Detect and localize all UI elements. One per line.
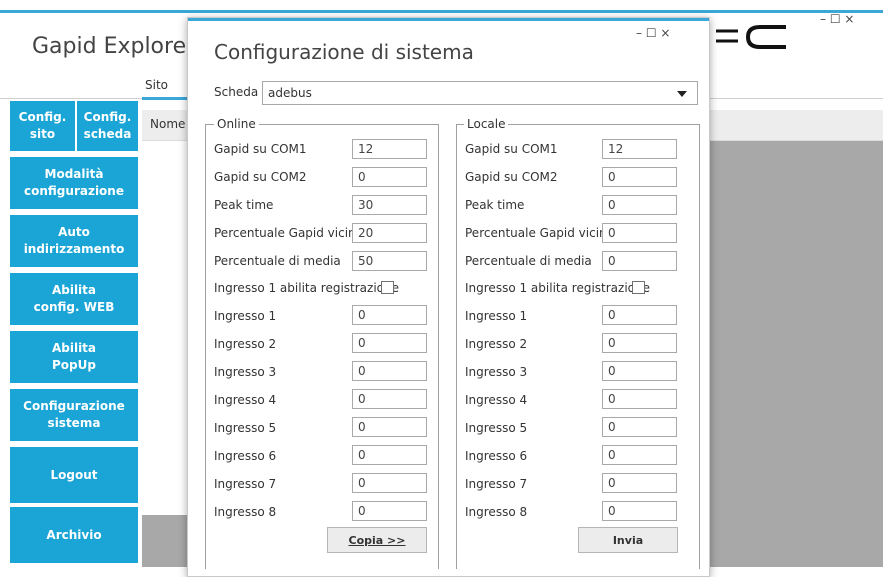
sidebar-item-label: Logout: [50, 467, 98, 482]
online-ingresso-label: Ingresso 3: [214, 365, 277, 379]
sidebar-item-label: Archivio: [46, 527, 102, 542]
tab-sito[interactable]: Sito: [145, 78, 168, 92]
sidebar-item-config-sito[interactable]: Config. sito: [10, 101, 75, 151]
sidebar-item-auto-indirizzamento[interactable]: Auto indirizzamento: [10, 215, 138, 267]
sidebar-item-label: Modalità configurazione: [24, 167, 124, 198]
online-field-input[interactable]: 20: [352, 223, 427, 243]
online-ingresso-input[interactable]: 0: [352, 501, 427, 521]
dialog-accent-bar: [188, 18, 709, 21]
sidebar-item-label: Configurazione sistema: [23, 399, 125, 430]
grid-body: [142, 141, 192, 515]
locale-ingresso-input[interactable]: 0: [602, 305, 677, 325]
online-field-input[interactable]: 30: [352, 195, 427, 215]
copy-button[interactable]: Copia >>: [327, 527, 427, 553]
sidebar-item-label: Abilita config. WEB: [33, 283, 115, 314]
copy-button-label: Copia >>: [348, 533, 406, 547]
locale-field-label: Gapid su COM2: [465, 170, 558, 184]
sidebar-item-label: Config. scheda: [83, 110, 132, 141]
tab-active-indicator: [142, 97, 192, 100]
locale-ingresso-input[interactable]: 0: [602, 445, 677, 465]
grid-empty-area: [708, 141, 883, 517]
send-button-label: Invia: [612, 533, 644, 547]
online-field-input[interactable]: 50: [352, 251, 427, 271]
sidebar-item-abilita-popup[interactable]: Abilita PopUp: [10, 331, 138, 383]
locale-record-checkbox[interactable]: [632, 281, 645, 294]
sidebar-item-logout[interactable]: Logout: [10, 447, 138, 503]
locale-ingresso-input[interactable]: 0: [602, 333, 677, 353]
locale-ingresso-label: Ingresso 1: [465, 309, 528, 323]
locale-ingresso-input[interactable]: 0: [602, 473, 677, 493]
brand-logo: [712, 22, 792, 56]
sidebar-item-configurazione-sistema[interactable]: Configurazione sistema: [10, 389, 138, 441]
sidebar-item-label: Config. sito: [18, 110, 67, 141]
locale-field-label: Percentuale Gapid vicini: [465, 226, 610, 240]
online-ingresso-label: Ingresso 7: [214, 477, 277, 491]
online-checkbox-label: Ingresso 1 abilita registrazione: [214, 281, 399, 295]
sidebar-item-modalita-configurazione[interactable]: Modalità configurazione: [10, 157, 138, 209]
locale-ingresso-input[interactable]: 0: [602, 361, 677, 381]
online-ingresso-label: Ingresso 8: [214, 505, 277, 519]
online-ingresso-input[interactable]: 0: [352, 333, 427, 353]
locale-ingresso-label: Ingresso 7: [465, 477, 528, 491]
locale-field-input[interactable]: 0: [602, 195, 677, 215]
sidebar-item-abilita-config-web[interactable]: Abilita config. WEB: [10, 273, 138, 325]
locale-ingresso-label: Ingresso 4: [465, 393, 528, 407]
scheda-label: Scheda: [214, 85, 259, 99]
online-ingresso-input[interactable]: 0: [352, 445, 427, 465]
locale-ingresso-input[interactable]: 0: [602, 389, 677, 409]
online-field-input[interactable]: 12: [352, 139, 427, 159]
online-ingresso-input[interactable]: 0: [352, 305, 427, 325]
online-ingresso-input[interactable]: 0: [352, 417, 427, 437]
online-ingresso-label: Ingresso 5: [214, 421, 277, 435]
chevron-down-icon: [677, 91, 687, 97]
dialog-title: Configurazione di sistema: [214, 40, 474, 64]
online-ingresso-input[interactable]: 0: [352, 361, 427, 381]
online-field-label: Gapid su COM1: [214, 142, 307, 156]
locale-field-label: Gapid su COM1: [465, 142, 558, 156]
config-dialog: Configurazione di sistema – ☐ × Scheda a…: [187, 17, 710, 577]
locale-ingresso-label: Ingresso 5: [465, 421, 528, 435]
online-record-checkbox[interactable]: [381, 281, 394, 294]
locale-legend: Locale: [464, 117, 509, 131]
locale-field-input[interactable]: 12: [602, 139, 677, 159]
locale-ingresso-label: Ingresso 2: [465, 337, 528, 351]
online-field-label: Percentuale di media: [214, 254, 341, 268]
sidebar-item-config-scheda[interactable]: Config. scheda: [77, 101, 138, 151]
locale-ingresso-input[interactable]: 0: [602, 417, 677, 437]
locale-field-input[interactable]: 0: [602, 251, 677, 271]
send-button[interactable]: Invia: [578, 527, 678, 553]
app-title: Gapid Explorer -: [32, 34, 211, 59]
locale-ingresso-input[interactable]: 0: [602, 501, 677, 521]
locale-ingresso-label: Ingresso 6: [465, 449, 528, 463]
locale-ingresso-label: Ingresso 8: [465, 505, 528, 519]
locale-field-input[interactable]: 0: [602, 223, 677, 243]
locale-field-label: Percentuale di media: [465, 254, 592, 268]
locale-checkbox-label: Ingresso 1 abilita registrazione: [465, 281, 650, 295]
sidebar-item-label: Abilita PopUp: [51, 341, 97, 372]
scheda-select[interactable]: adebus: [262, 81, 698, 105]
locale-field-label: Peak time: [465, 198, 525, 212]
grid-column-nome[interactable]: Nome: [150, 117, 185, 131]
main-window-controls[interactable]: – ☐ ×: [820, 12, 854, 26]
online-ingresso-input[interactable]: 0: [352, 389, 427, 409]
online-field-label: Peak time: [214, 198, 274, 212]
dialog-window-controls[interactable]: – ☐ ×: [636, 26, 670, 40]
sidebar-item-archivio[interactable]: Archivio: [10, 507, 138, 563]
online-ingresso-label: Ingresso 1: [214, 309, 277, 323]
online-field-label: Gapid su COM2: [214, 170, 307, 184]
scheda-value: adebus: [268, 86, 312, 100]
locale-ingresso-label: Ingresso 3: [465, 365, 528, 379]
online-ingresso-label: Ingresso 6: [214, 449, 277, 463]
locale-field-input[interactable]: 0: [602, 167, 677, 187]
online-field-label: Percentuale Gapid vicini: [214, 226, 359, 240]
sidebar-item-label: Auto indirizzamento: [23, 225, 125, 256]
online-ingresso-label: Ingresso 4: [214, 393, 277, 407]
online-ingresso-input[interactable]: 0: [352, 473, 427, 493]
online-legend: Online: [214, 117, 259, 131]
window-accent-bar: [0, 10, 883, 13]
online-ingresso-label: Ingresso 2: [214, 337, 277, 351]
online-field-input[interactable]: 0: [352, 167, 427, 187]
